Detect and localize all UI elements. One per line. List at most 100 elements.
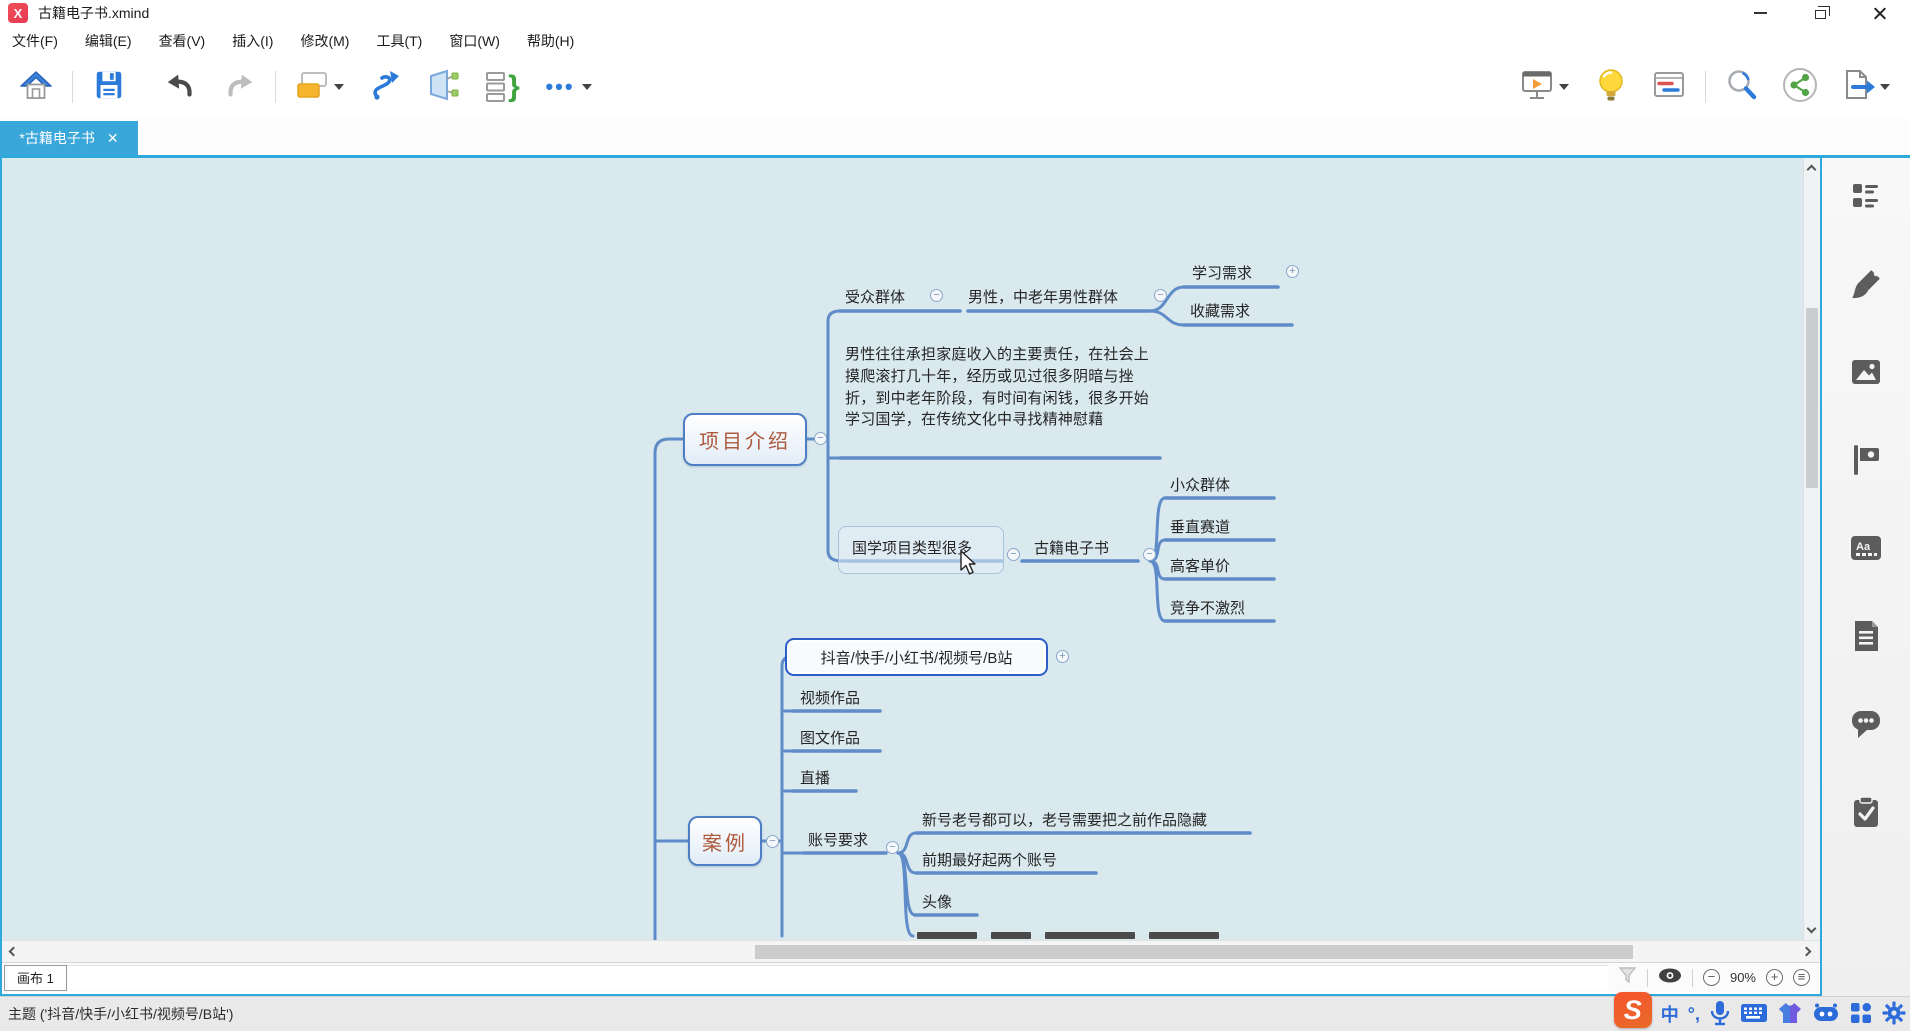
topic-learning-need[interactable]: 学习需求 [1192, 264, 1252, 284]
menu-edit[interactable]: 编辑(E) [85, 31, 132, 51]
format-panel-button[interactable] [1846, 267, 1886, 301]
share-button[interactable] [1778, 65, 1822, 109]
keyboard-icon[interactable] [1740, 1003, 1768, 1026]
topic-video-works[interactable]: 视频作品 [800, 689, 860, 709]
presentation-dropdown-caret[interactable] [1559, 84, 1569, 90]
home-button[interactable] [14, 65, 58, 109]
topic-high-price[interactable]: 高客单价 [1170, 557, 1230, 577]
topic-guoxue-types[interactable]: 国学项目类型很多 [852, 539, 972, 559]
save-button[interactable] [87, 65, 131, 109]
menu-help[interactable]: 帮助(H) [527, 31, 574, 51]
topic-case[interactable]: 案例 [688, 816, 762, 866]
relationship-button[interactable] [364, 65, 408, 109]
topic-ebook[interactable]: 古籍电子书 [1034, 539, 1109, 559]
collapse-button-audience-detail[interactable]: − [1154, 289, 1167, 302]
zoom-out-button[interactable]: − [1703, 969, 1720, 986]
topic-niche-group[interactable]: 小众群体 [1170, 476, 1230, 496]
collapse-button-case[interactable]: − [766, 835, 779, 848]
settings-gear-icon[interactable] [1882, 1001, 1906, 1028]
topic-account-requirements[interactable]: 账号要求 [808, 831, 868, 851]
presentation-button[interactable] [1515, 65, 1559, 109]
topic-live[interactable]: 直播 [800, 769, 830, 789]
sheet-tab-canvas1[interactable]: 画布 1 [4, 965, 67, 991]
horizontal-scrollbar[interactable] [2, 940, 1820, 962]
topic-style-dropdown-caret[interactable] [334, 84, 344, 90]
export-dropdown-caret[interactable] [1880, 84, 1890, 90]
topic-style-button[interactable] [290, 65, 334, 109]
topic-account-note-1[interactable]: 新号老号都可以，老号需要把之前作品隐藏 [922, 811, 1207, 831]
boundary-button[interactable] [422, 65, 466, 109]
idea-button[interactable] [1589, 65, 1633, 109]
scroll-up-icon[interactable] [1807, 165, 1817, 175]
microphone-icon[interactable] [1709, 1000, 1731, 1029]
menu-modify[interactable]: 修改(M) [300, 31, 349, 51]
menu-tools[interactable]: 工具(T) [376, 31, 422, 51]
fit-map-button[interactable]: ≡ [1793, 969, 1810, 986]
chinese-mode-icon[interactable]: 中 [1661, 1001, 1679, 1027]
summary-icon: } [484, 69, 520, 105]
summary-button[interactable]: } [480, 65, 524, 109]
undo-button[interactable] [159, 65, 203, 109]
scroll-right-icon[interactable] [1802, 947, 1812, 957]
scroll-down-icon[interactable] [1807, 924, 1817, 934]
punctuation-icon[interactable]: °, [1688, 1004, 1700, 1025]
status-text: 主题 ('抖音/快手/小红书/视频号/B站') [8, 1004, 233, 1024]
filter-icon[interactable] [1618, 966, 1637, 989]
presentation-icon [1519, 67, 1555, 108]
menu-file[interactable]: 文件(F) [12, 31, 58, 51]
marker-panel-button[interactable] [1846, 443, 1886, 477]
scroll-left-icon[interactable] [9, 947, 19, 957]
expand-button-learning-need[interactable]: + [1286, 265, 1299, 278]
menu-view[interactable]: 查看(V) [159, 31, 206, 51]
timeline-button[interactable] [1647, 65, 1691, 109]
image-panel-button[interactable] [1846, 355, 1886, 389]
menu-window[interactable]: 窗口(W) [449, 31, 500, 51]
label-panel-button[interactable]: Aa [1846, 531, 1886, 565]
zoom-in-button[interactable]: + [1766, 969, 1783, 986]
topic-audience-detail[interactable]: 男性，中老年男性群体 [968, 288, 1118, 308]
topic-project-intro[interactable]: 项目介绍 [683, 413, 807, 466]
more-tools-button[interactable]: ••• [538, 65, 582, 109]
minimize-button[interactable] [1730, 0, 1790, 26]
collapse-button-guoxue[interactable]: − [1007, 548, 1020, 561]
collapse-button-ebook[interactable]: − [1143, 548, 1156, 561]
topic-audience[interactable]: 受众群体 [845, 288, 905, 308]
status-bar: 主题 ('抖音/快手/小红书/视频号/B站') S 中 °, [0, 996, 1910, 1031]
notes-panel-button[interactable] [1846, 619, 1886, 653]
topic-vertical-track[interactable]: 垂直赛道 [1170, 518, 1230, 538]
controls-separator [1692, 969, 1693, 987]
collapse-button-project-intro[interactable]: − [814, 432, 827, 445]
comments-panel-button[interactable] [1846, 707, 1886, 741]
toolbox-icon[interactable] [1849, 1001, 1873, 1028]
more-tools-dropdown-caret[interactable] [582, 84, 592, 90]
collapse-button-account-req[interactable]: − [886, 841, 899, 854]
task-panel-button[interactable] [1846, 795, 1886, 829]
outline-panel-button[interactable] [1846, 179, 1886, 213]
topic-collection-need[interactable]: 收藏需求 [1190, 302, 1250, 322]
sogou-logo-icon[interactable]: S [1614, 992, 1652, 1028]
expand-button-platforms[interactable]: + [1056, 650, 1069, 663]
topic-avatar[interactable]: 头像 [922, 893, 952, 913]
export-button[interactable] [1836, 65, 1880, 109]
toolbar: } ••• [0, 56, 1910, 118]
topic-low-competition[interactable]: 竞争不激烈 [1170, 599, 1245, 619]
preview-eye-icon[interactable] [1658, 968, 1682, 988]
topic-audience-note[interactable]: 男性往往承担家庭收入的主要责任，在社会上摸爬滚打几十年，经历或见过很多阴暗与挫折… [845, 344, 1157, 431]
tab-close-icon[interactable]: ✕ [107, 130, 119, 147]
vertical-scrollbar[interactable] [1803, 158, 1820, 940]
menu-insert[interactable]: 插入(I) [232, 31, 273, 51]
mindmap-canvas[interactable]: 项目介绍 案例 受众群体 男性，中老年男性群体 学习需求 收藏需求 男性往往承担… [2, 158, 1820, 940]
redo-button[interactable] [217, 65, 261, 109]
document-tab[interactable]: *古籍电子书 ✕ [0, 121, 138, 155]
close-button[interactable] [1850, 0, 1910, 26]
restore-button[interactable] [1790, 0, 1850, 26]
smart-assistant-icon[interactable] [1812, 1002, 1840, 1027]
topic-platforms-selected[interactable]: 抖音/快手/小红书/视频号/B站 [785, 638, 1048, 676]
topic-image-text-works[interactable]: 图文作品 [800, 729, 860, 749]
topic-account-note-2[interactable]: 前期最好起两个账号 [922, 851, 1057, 871]
horizontal-scroll-thumb[interactable] [755, 945, 1633, 959]
collapse-button-audience[interactable]: − [930, 289, 943, 302]
search-button[interactable] [1720, 65, 1764, 109]
vertical-scroll-thumb[interactable] [1806, 308, 1818, 488]
skin-icon[interactable] [1777, 1001, 1803, 1028]
